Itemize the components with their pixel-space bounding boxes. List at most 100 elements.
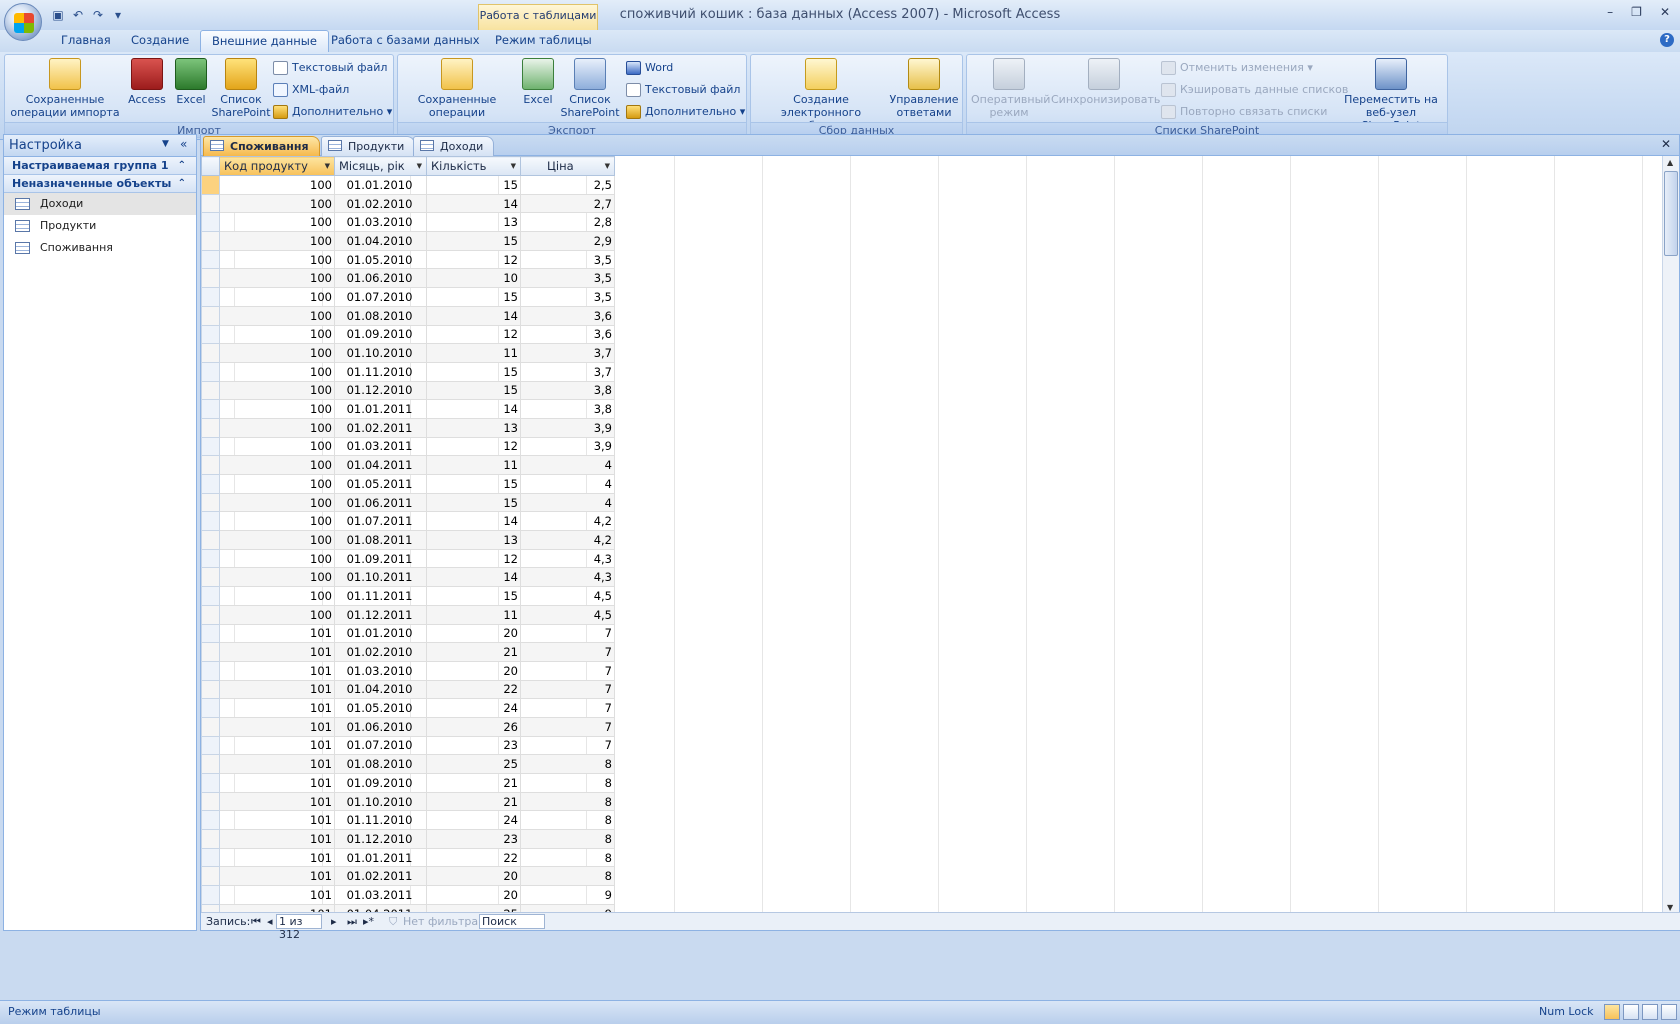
table-cell[interactable]: 100 bbox=[219, 287, 335, 307]
close-button[interactable]: ✕ bbox=[1660, 5, 1670, 19]
table-cell[interactable]: 3,9 bbox=[520, 417, 615, 438]
row-selector[interactable] bbox=[201, 642, 220, 662]
table-cell[interactable]: 01.12.2011 bbox=[334, 604, 427, 625]
restore-button[interactable]: ❐ bbox=[1631, 5, 1642, 19]
table-cell[interactable]: 100 bbox=[219, 212, 335, 233]
table-cell[interactable]: 01.09.2011 bbox=[334, 548, 427, 569]
nav-item-spozhyvannia[interactable]: Споживання bbox=[4, 237, 196, 259]
table-cell[interactable]: 101 bbox=[219, 698, 335, 718]
table-cell[interactable]: 3,9 bbox=[520, 436, 615, 457]
table-cell[interactable]: 101 bbox=[219, 642, 335, 662]
table-cell[interactable]: 01.07.2010 bbox=[334, 287, 427, 307]
table-cell[interactable]: 01.03.2011 bbox=[334, 436, 427, 457]
first-record-icon[interactable]: ⏮ bbox=[251, 915, 261, 929]
table-row[interactable]: 100 01.11.2011 15 4,5 bbox=[201, 586, 615, 606]
column-header[interactable]: Код продукту ▼ bbox=[219, 156, 335, 176]
table-cell[interactable]: 21 bbox=[426, 642, 521, 662]
table-cell[interactable]: 21 bbox=[426, 791, 521, 812]
row-selector[interactable] bbox=[201, 530, 220, 550]
row-selector[interactable] bbox=[201, 417, 220, 438]
table-cell[interactable]: 101 bbox=[219, 679, 335, 700]
table-cell[interactable]: 2,5 bbox=[520, 175, 615, 195]
table-cell[interactable]: 23 bbox=[426, 735, 521, 756]
row-selector[interactable] bbox=[201, 567, 220, 588]
row-selector[interactable] bbox=[201, 193, 220, 214]
table-cell[interactable]: 3,6 bbox=[520, 305, 615, 326]
table-row[interactable]: 101 01.03.2010 20 7 bbox=[201, 660, 615, 681]
table-cell[interactable]: 100 bbox=[219, 231, 335, 251]
close-document-icon[interactable]: ✕ bbox=[1661, 137, 1671, 151]
scroll-up-icon[interactable]: ▲ bbox=[1667, 158, 1673, 167]
table-cell[interactable]: 2,8 bbox=[520, 212, 615, 233]
import-excel-button[interactable]: Excel bbox=[171, 58, 211, 106]
table-cell[interactable]: 01.12.2010 bbox=[334, 829, 427, 849]
table-cell[interactable]: 11 bbox=[426, 604, 521, 625]
table-cell[interactable]: 23 bbox=[426, 829, 521, 849]
table-cell[interactable]: 7 bbox=[520, 623, 615, 644]
table-cell[interactable]: 101 bbox=[219, 773, 335, 793]
table-cell[interactable]: 101 bbox=[219, 791, 335, 812]
row-selector[interactable] bbox=[201, 511, 220, 532]
table-cell[interactable]: 26 bbox=[426, 716, 521, 737]
table-row[interactable]: 100 01.09.2011 12 4,3 bbox=[201, 548, 615, 569]
table-cell[interactable]: 101 bbox=[219, 866, 335, 887]
table-cell[interactable]: 22 bbox=[426, 847, 521, 868]
export-sharepoint-button[interactable]: Список SharePoint bbox=[560, 58, 620, 119]
doc-tab-spozhyvannia[interactable]: Споживання bbox=[203, 136, 320, 156]
table-row[interactable]: 100 01.03.2011 12 3,9 bbox=[201, 436, 615, 457]
table-cell[interactable]: 01.05.2010 bbox=[334, 698, 427, 718]
table-cell[interactable]: 01.09.2010 bbox=[334, 324, 427, 345]
table-row[interactable]: 100 01.01.2010 15 2,5 bbox=[201, 175, 615, 195]
table-cell[interactable]: 8 bbox=[520, 754, 615, 774]
row-selector[interactable] bbox=[201, 212, 220, 233]
table-cell[interactable]: 100 bbox=[219, 249, 335, 270]
table-cell[interactable]: 8 bbox=[520, 847, 615, 868]
table-cell[interactable]: 01.04.2010 bbox=[334, 231, 427, 251]
table-cell[interactable]: 100 bbox=[219, 474, 335, 494]
table-cell[interactable]: 7 bbox=[520, 660, 615, 681]
table-cell[interactable]: 01.05.2010 bbox=[334, 249, 427, 270]
import-access-button[interactable]: Access bbox=[125, 58, 169, 106]
row-selector[interactable] bbox=[201, 660, 220, 681]
table-cell[interactable]: 01.02.2010 bbox=[334, 642, 427, 662]
table-cell[interactable]: 7 bbox=[520, 735, 615, 756]
table-row[interactable]: 100 01.04.2010 15 2,9 bbox=[201, 231, 615, 251]
table-cell[interactable]: 8 bbox=[520, 829, 615, 849]
table-row[interactable]: 101 01.10.2010 21 8 bbox=[201, 791, 615, 812]
table-cell[interactable]: 01.07.2011 bbox=[334, 511, 427, 532]
table-cell[interactable]: 100 bbox=[219, 586, 335, 606]
table-row[interactable]: 100 01.01.2011 14 3,8 bbox=[201, 399, 615, 419]
table-cell[interactable]: 14 bbox=[426, 193, 521, 214]
select-all-corner[interactable] bbox=[201, 156, 220, 176]
table-row[interactable]: 101 01.01.2011 22 8 bbox=[201, 847, 615, 868]
table-cell[interactable]: 101 bbox=[219, 754, 335, 774]
table-cell[interactable]: 01.05.2011 bbox=[334, 474, 427, 494]
table-cell[interactable]: 9 bbox=[520, 885, 615, 905]
chevron-down-icon[interactable]: ▼ bbox=[605, 162, 610, 170]
table-cell[interactable]: 22 bbox=[426, 679, 521, 700]
table-row[interactable]: 100 01.05.2011 15 4 bbox=[201, 474, 615, 494]
tab-database-tools[interactable]: Работа с базами данных bbox=[320, 30, 491, 52]
table-cell[interactable]: 8 bbox=[520, 773, 615, 793]
table-cell[interactable]: 100 bbox=[219, 455, 335, 475]
undo-icon[interactable]: ↶ bbox=[70, 7, 86, 23]
row-selector[interactable] bbox=[201, 810, 220, 831]
table-cell[interactable]: 4,5 bbox=[520, 604, 615, 625]
table-row[interactable]: 101 01.11.2010 24 8 bbox=[201, 810, 615, 831]
table-row[interactable]: 100 01.07.2011 14 4,2 bbox=[201, 511, 615, 532]
table-cell[interactable]: 3,8 bbox=[520, 380, 615, 401]
table-cell[interactable]: 01.06.2010 bbox=[334, 268, 427, 289]
table-cell[interactable]: 15 bbox=[426, 380, 521, 401]
table-cell[interactable]: 7 bbox=[520, 716, 615, 737]
offline-mode-button[interactable]: Оперативный режим bbox=[971, 58, 1050, 119]
table-cell[interactable]: 12 bbox=[426, 249, 521, 270]
pivotchart-view-icon[interactable] bbox=[1642, 1004, 1658, 1020]
table-cell[interactable]: 7 bbox=[520, 679, 615, 700]
table-cell[interactable]: 101 bbox=[219, 735, 335, 756]
table-cell[interactable]: 3,7 bbox=[520, 361, 615, 382]
manage-replies-button[interactable]: Управление ответами bbox=[889, 58, 959, 119]
table-cell[interactable]: 01.11.2010 bbox=[334, 810, 427, 831]
nav-dropdown-icon[interactable]: ▼ bbox=[162, 139, 169, 149]
table-cell[interactable]: 4,2 bbox=[520, 511, 615, 532]
table-row[interactable]: 100 01.08.2011 13 4,2 bbox=[201, 530, 615, 550]
